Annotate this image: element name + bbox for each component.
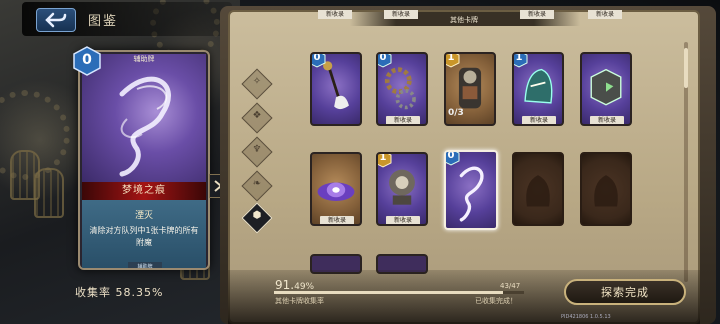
card-frame: 辅助牌 梦境之痕 湮灭 清除对方队列中1张卡牌的所有附魔 辅助牌 (78, 50, 210, 270)
explore-complete-button[interactable]: 探索完成 (564, 279, 686, 305)
card-slot[interactable]: 1 0/3 (444, 52, 496, 126)
scrollbar-thumb[interactable] (684, 48, 688, 88)
cost-badge: 1 (446, 52, 460, 68)
category-icon: ❧ (252, 178, 262, 189)
card-slot[interactable]: 0 (310, 52, 362, 126)
progress-label: 其他卡牌收集率 (275, 297, 324, 305)
collected-count: 43/47 (500, 282, 521, 290)
progress-fill (274, 291, 503, 294)
page-title: 图鉴 (88, 14, 119, 29)
card-subtype-tag: 辅助牌 (128, 262, 162, 268)
card-keyword: 湮灭 (134, 211, 153, 221)
category-icon: ✧ (252, 76, 262, 87)
category-tab[interactable]: ❖ (241, 102, 273, 134)
collection-rate-label: 收集率 (75, 286, 111, 299)
game-screen: 图鉴 辅助牌 梦境之痕 湮灭 清除对方队列中1张卡牌的所有附魔 辅助牌 0 收集… (0, 0, 720, 324)
progress-track (274, 291, 524, 294)
category-collection-percent: 91.49% (275, 278, 314, 292)
card-slot[interactable]: 1 新收录 (376, 152, 428, 226)
build-id: PID421806 1.0.5.13 (561, 314, 611, 320)
cost-badge: 0 (312, 52, 326, 68)
cost-badge: 1 (514, 52, 528, 68)
cost-value: 0 (447, 150, 455, 161)
card-slot[interactable]: 1 新收录 (512, 52, 564, 126)
category-icon: ⬢ (252, 210, 262, 221)
card-description-box: 湮灭 清除对方队列中1张卡牌的所有附魔 (82, 200, 206, 268)
new-badge: 新收录 (590, 116, 624, 124)
collection-rate-value: 58.35% (115, 286, 164, 299)
cost-value: 0 (379, 52, 387, 63)
category-tab[interactable]: ♆ (241, 136, 273, 168)
panel-title: 其他卡牌 (450, 16, 478, 24)
cost-badge: 0 (446, 150, 460, 166)
card-name: 梦境之痕 (82, 182, 206, 200)
cost-value: 1 (515, 52, 523, 63)
cost-value: 0 (313, 52, 321, 63)
copy-count: 0/3 (448, 108, 464, 118)
cost-value: 0 (82, 52, 92, 68)
progress-status: 已收集完成！ (475, 297, 517, 305)
category-icon: ❖ (252, 110, 262, 121)
new-badge: 新收录 (588, 10, 622, 19)
category-icon: ♆ (252, 144, 262, 155)
new-badge: 新收录 (384, 10, 418, 19)
category-tab[interactable]: ❧ (241, 170, 273, 202)
category-tab[interactable]: ✧ (241, 68, 273, 100)
collection-rate: 收集率 58.35% (75, 284, 163, 300)
card-slot-selected[interactable]: 0 (444, 150, 498, 230)
new-badge: 新收录 (318, 10, 352, 19)
box-art-icon (590, 68, 622, 106)
percent-main: 91. (275, 278, 295, 292)
card-slot-locked[interactable] (512, 152, 564, 226)
category-tab-active[interactable]: ⬢ (241, 202, 273, 234)
new-badge: 新收录 (386, 116, 420, 124)
cost-badge: 0 (72, 46, 102, 76)
vortex-art-icon (317, 182, 355, 201)
back-arrow-icon (45, 12, 67, 28)
cage-decoration (34, 168, 64, 218)
new-badge: 新收录 (386, 216, 420, 224)
cost-badge: 1 (378, 152, 392, 168)
cost-badge: 0 (378, 52, 392, 68)
cost-value: 1 (447, 52, 455, 63)
new-badge: 新收录 (522, 116, 556, 124)
silhouette-icon (594, 175, 618, 207)
new-badge: 新收录 (320, 216, 354, 224)
card-slot[interactable]: 新收录 (310, 152, 362, 226)
card-slot[interactable]: 0 新收录 (376, 52, 428, 126)
featured-card: 辅助牌 梦境之痕 湮灭 清除对方队列中1张卡牌的所有附魔 辅助牌 0 (73, 46, 210, 270)
silhouette-icon (526, 175, 550, 207)
card-slot-locked[interactable] (580, 152, 632, 226)
back-button[interactable] (36, 8, 76, 32)
cost-value: 1 (379, 152, 387, 163)
card-description: 清除对方队列中1张卡牌的所有附魔 (89, 226, 199, 247)
new-badge: 新收录 (520, 10, 554, 19)
card-slot[interactable]: 新收录 (580, 52, 632, 126)
